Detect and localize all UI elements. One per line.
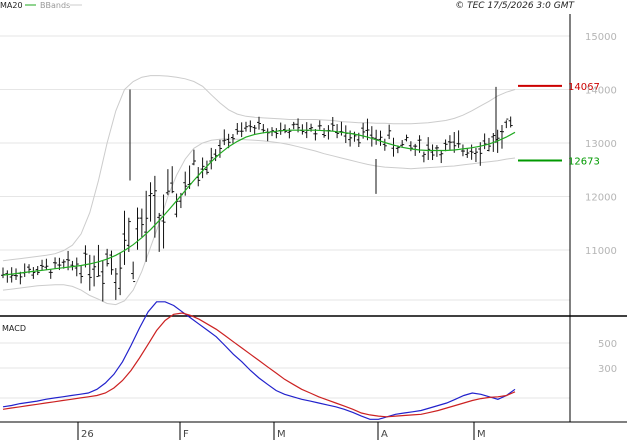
support-level-label: 12673 — [568, 156, 600, 167]
x-tick-label-1: F — [183, 429, 189, 440]
ma20-legend-label: MA20 — [0, 1, 23, 10]
ma20-layer — [2, 129, 516, 276]
signal-line — [2, 312, 516, 418]
macd-y-tick-label-300: 300 — [598, 364, 617, 375]
x-tick-label-2: M — [277, 429, 286, 440]
ma20-line — [2, 129, 516, 276]
x-tick-label-3: A — [381, 429, 388, 440]
y-tick-label-13000: 13000 — [585, 139, 617, 150]
y-tick-label-12000: 12000 — [585, 193, 617, 204]
macd-panel-title: MACD — [2, 324, 26, 333]
y-tick-label-15000: 15000 — [585, 32, 617, 43]
stock-chart: 14067 12673 11000 12000 13000 14000 15000 500 3… — [0, 0, 627, 440]
y-tick-label-11000: 11000 — [585, 246, 617, 257]
x-tick-label-4: M — [477, 429, 486, 440]
bbands-legend-label: BBands — [40, 1, 70, 10]
macd-layer — [2, 301, 516, 420]
macd-y-tick-label-500: 500 — [598, 339, 617, 350]
grid-layer — [0, 35, 570, 399]
y-tick-label-14000: 14000 — [585, 86, 617, 97]
bband-lower-line — [2, 138, 516, 306]
copyright-text: © TEC 17/5/2026 3:0 GMT — [455, 1, 575, 11]
bbands-layer — [2, 75, 516, 306]
chart-canvas: 1406712673 11000120001300014000150005003… — [0, 1, 627, 440]
x-tick-label-0: 26 — [81, 429, 94, 440]
bband-upper-line — [2, 75, 516, 262]
price-bars-layer — [1, 86, 513, 302]
frame-layer — [0, 14, 627, 423]
